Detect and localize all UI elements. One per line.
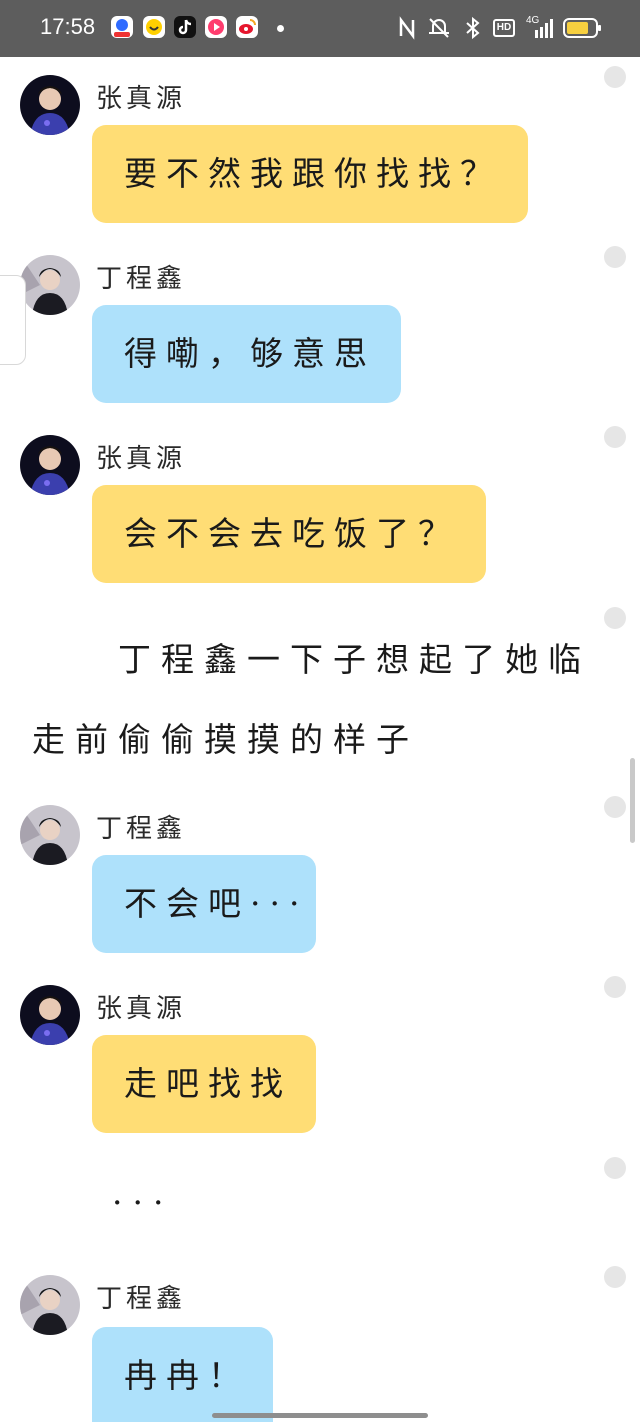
avatar-ding-chengxin[interactable] bbox=[20, 805, 80, 865]
avatar-ding-chengxin[interactable] bbox=[20, 255, 80, 315]
select-radio[interactable] bbox=[604, 1266, 626, 1288]
chat-message: 丁程鑫 得嘞，够意思 bbox=[0, 237, 640, 417]
avatar-zhang-zhenyuan[interactable] bbox=[20, 435, 80, 495]
sender-name: 张真源 bbox=[96, 84, 187, 114]
bluetooth-icon bbox=[466, 16, 480, 40]
hd-badge: HD bbox=[493, 19, 515, 37]
select-radio[interactable] bbox=[604, 66, 626, 88]
chat-message: 张真源 要不然我跟你找找？ bbox=[0, 57, 640, 237]
message-bubble[interactable]: 不会吧··· bbox=[92, 855, 316, 953]
select-radio[interactable] bbox=[604, 607, 626, 629]
sender-name: 张真源 bbox=[96, 444, 187, 474]
status-bar: 17:58 HD 4G bbox=[0, 0, 640, 57]
home-indicator[interactable] bbox=[212, 1413, 428, 1418]
select-radio[interactable] bbox=[604, 796, 626, 818]
nfc-icon bbox=[399, 16, 415, 40]
notification-dot bbox=[277, 25, 284, 32]
select-radio[interactable] bbox=[604, 426, 626, 448]
avatar-ding-chengxin[interactable] bbox=[20, 1275, 80, 1335]
meituan-app-icon bbox=[143, 16, 165, 38]
narration-ellipsis: ··· bbox=[112, 1183, 174, 1222]
sender-name: 丁程鑫 bbox=[96, 264, 187, 294]
select-radio[interactable] bbox=[604, 976, 626, 998]
sender-name: 张真源 bbox=[96, 994, 187, 1024]
chat-message: 张真源 走吧找找 bbox=[0, 967, 640, 1147]
weibo-app-icon bbox=[236, 16, 258, 38]
video-app-icon bbox=[205, 16, 227, 38]
message-bubble[interactable]: 得嘞，够意思 bbox=[92, 305, 401, 403]
clock: 17:58 bbox=[40, 14, 96, 39]
tiktok-app-icon bbox=[174, 16, 196, 38]
message-bubble[interactable]: 要不然我跟你找找？ bbox=[92, 125, 528, 223]
narration-text: 丁程鑫一下子想起了她临 bbox=[118, 640, 591, 679]
signal-icon bbox=[535, 19, 553, 38]
chat-message: 张真源 会不会去吃饭了？ bbox=[0, 417, 640, 597]
message-bubble[interactable]: 会不会去吃饭了？ bbox=[92, 485, 486, 583]
sender-name: 丁程鑫 bbox=[96, 814, 187, 844]
chat-message: 丁程鑫 冉冉！ bbox=[0, 1257, 640, 1422]
mute-bell-icon bbox=[429, 18, 449, 38]
select-radio[interactable] bbox=[604, 1157, 626, 1179]
edge-panel-handle[interactable] bbox=[0, 275, 26, 365]
narration-text: 走前偷偷摸摸的样子 bbox=[32, 720, 419, 759]
message-bubble[interactable]: 走吧找找 bbox=[92, 1035, 316, 1133]
message-bubble[interactable]: 冉冉！ bbox=[92, 1327, 273, 1422]
chat-message: 丁程鑫 不会吧··· bbox=[0, 787, 640, 967]
baidu-app-icon bbox=[111, 16, 133, 38]
scrollbar[interactable] bbox=[630, 758, 635, 843]
sender-name: 丁程鑫 bbox=[96, 1284, 187, 1314]
avatar-zhang-zhenyuan[interactable] bbox=[20, 985, 80, 1045]
battery-icon bbox=[563, 18, 601, 38]
avatar-zhang-zhenyuan[interactable] bbox=[20, 75, 80, 135]
select-radio[interactable] bbox=[604, 246, 626, 268]
